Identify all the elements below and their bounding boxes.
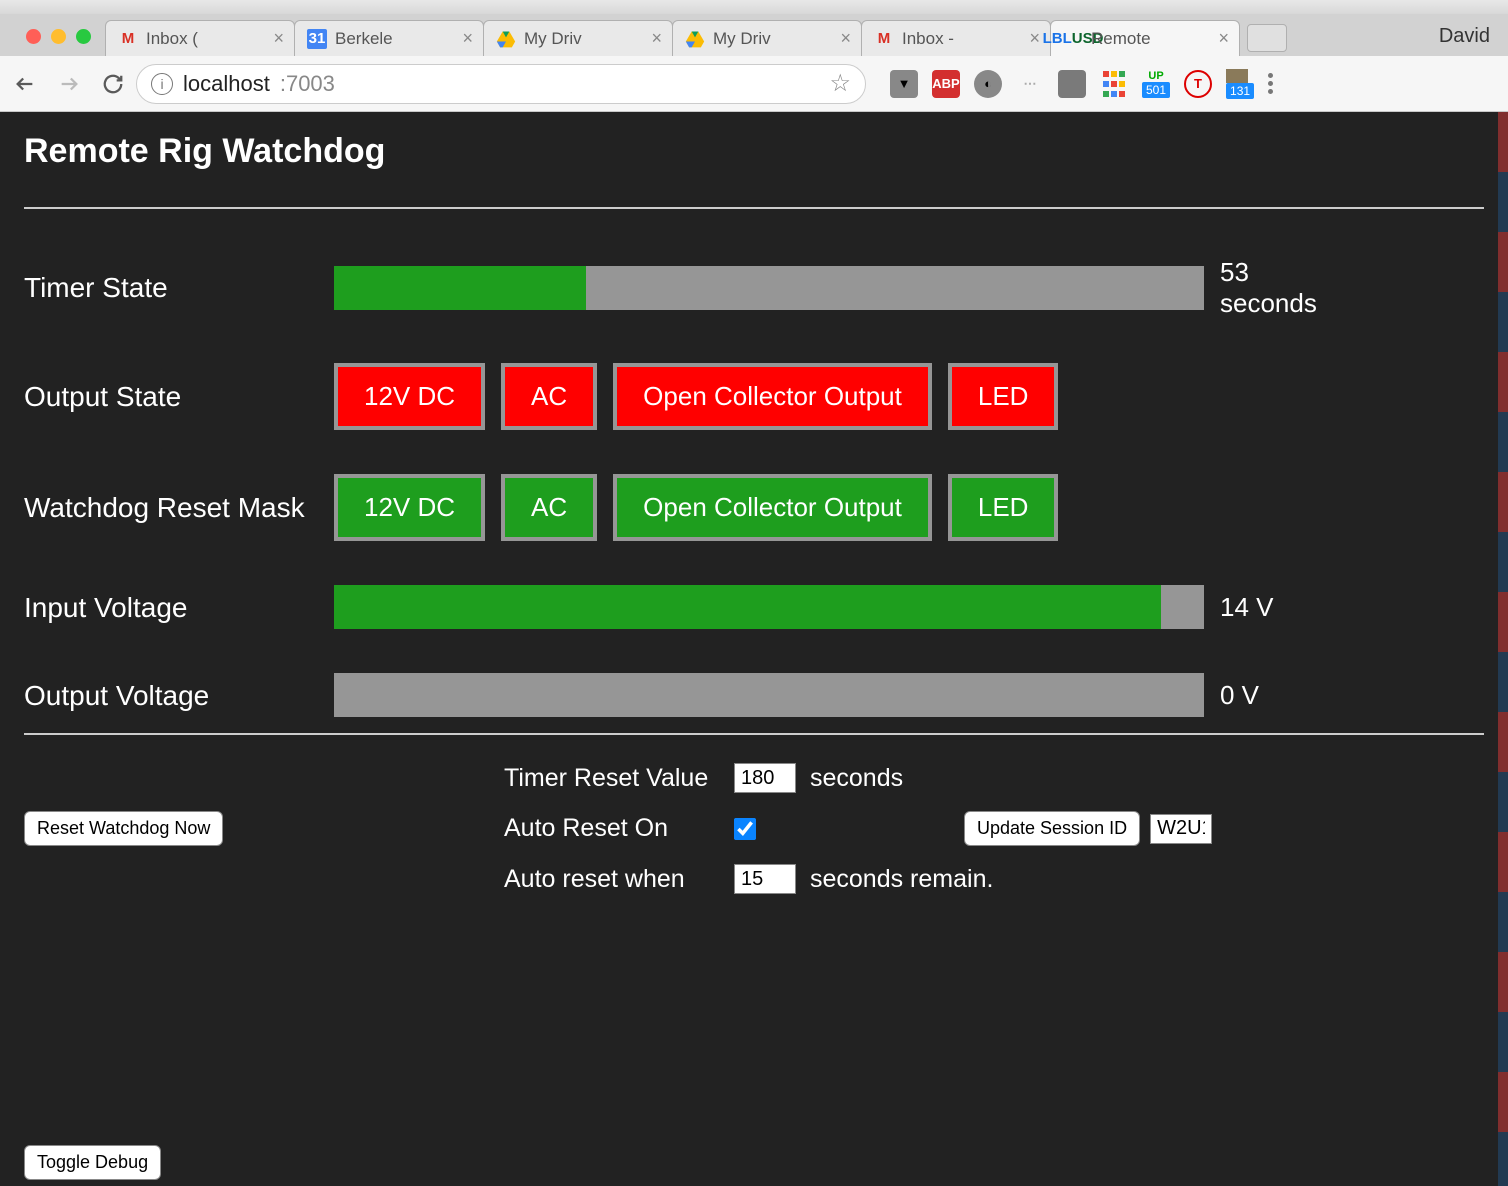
tab-inbox-1[interactable]: M Inbox ( × (105, 20, 295, 56)
mask-chip-led[interactable]: LED (948, 474, 1059, 541)
window-controls (26, 29, 91, 44)
chrome-menu-icon[interactable] (1268, 73, 1273, 94)
tab-label: Inbox ( (146, 29, 265, 49)
background-edge (1498, 112, 1508, 1186)
apps-grid-icon[interactable] (1100, 70, 1128, 98)
tab-drive-2[interactable]: My Driv × (672, 20, 862, 56)
tab-label: My Driv (713, 29, 832, 49)
mask-chip-open-collector[interactable]: Open Collector Output (613, 474, 932, 541)
close-tab-icon[interactable]: × (1218, 28, 1229, 49)
auto-reset-label: Auto Reset On (504, 814, 734, 843)
output-state-label: Output State (24, 380, 334, 414)
url-port: :7003 (280, 71, 335, 97)
input-voltage-fill (334, 585, 1161, 629)
auto-reset-when-unit: seconds remain. (810, 865, 993, 894)
site-info-icon[interactable]: i (151, 73, 173, 95)
reset-mask-label: Watchdog Reset Mask (24, 491, 334, 525)
page-title: Remote Rig Watchdog (24, 132, 1484, 171)
close-tab-icon[interactable]: × (462, 28, 473, 49)
timer-reset-unit: seconds (810, 764, 903, 793)
output-chip-12vdc[interactable]: 12V DC (334, 363, 485, 430)
ext-icon[interactable]: ▼ (890, 70, 918, 98)
auto-reset-when-label: Auto reset when (504, 865, 734, 894)
output-chip-led[interactable]: LED (948, 363, 1059, 430)
tab-remote-rig[interactable]: LBLUSD Remote × (1050, 20, 1240, 56)
output-state-row: Output State 12V DC AC Open Collector Ou… (24, 363, 1484, 430)
ext-icon[interactable]: ⋯ (1016, 70, 1044, 98)
url-host: localhost (183, 71, 270, 97)
gmail-icon: M (874, 29, 894, 49)
session-id-input[interactable] (1150, 814, 1212, 844)
ext-icon[interactable]: ◐ (974, 70, 1002, 98)
back-button[interactable] (12, 71, 38, 97)
divider (24, 733, 1484, 735)
output-chip-open-collector[interactable]: Open Collector Output (613, 363, 932, 430)
adblock-icon[interactable]: ABP (932, 70, 960, 98)
ext-badge-up[interactable]: UP 501 (1142, 70, 1170, 98)
drive-icon (685, 29, 705, 49)
toggle-debug-button[interactable]: Toggle Debug (24, 1145, 161, 1180)
tab-drive-1[interactable]: My Driv × (483, 20, 673, 56)
minimize-window-icon[interactable] (51, 29, 66, 44)
drive-icon (496, 29, 516, 49)
output-state-chips: 12V DC AC Open Collector Output LED (334, 363, 1058, 430)
forward-button[interactable] (56, 71, 82, 97)
timer-reset-input[interactable] (734, 763, 796, 793)
auto-reset-when-input[interactable] (734, 864, 796, 894)
tab-inbox-2[interactable]: M Inbox - × (861, 20, 1051, 56)
address-bar[interactable]: i localhost :7003 ☆ (136, 64, 866, 104)
close-tab-icon[interactable]: × (1029, 28, 1040, 49)
timer-value: 53seconds (1220, 257, 1317, 319)
chrome-tab-strip: M Inbox ( × 31 Berkele × My Driv × My Dr… (0, 14, 1508, 56)
reset-mask-row: Watchdog Reset Mask 12V DC AC Open Colle… (24, 474, 1484, 541)
reset-mask-chips: 12V DC AC Open Collector Output LED (334, 474, 1058, 541)
controls-grid: Timer Reset Value seconds Reset Watchdog… (24, 763, 1484, 894)
ext-icon[interactable]: T (1184, 70, 1212, 98)
input-voltage-label: Input Voltage (24, 591, 334, 625)
auto-reset-checkbox[interactable] (734, 818, 756, 840)
timer-state-label: Timer State (24, 271, 334, 305)
timer-state-row: Timer State 53seconds (24, 257, 1484, 319)
reload-button[interactable] (100, 71, 126, 97)
bookmark-star-icon[interactable]: ☆ (829, 69, 851, 98)
profile-name[interactable]: David (1439, 25, 1490, 56)
mac-titlebar (0, 0, 1508, 14)
ext-badge-dn[interactable]: 131 (1226, 69, 1254, 99)
close-tab-icon[interactable]: × (273, 28, 284, 49)
close-window-icon[interactable] (26, 29, 41, 44)
output-voltage-track (334, 673, 1204, 717)
reset-watchdog-button[interactable]: Reset Watchdog Now (24, 811, 223, 846)
new-tab-button[interactable] (1247, 24, 1287, 52)
output-voltage-value: 0 V (1220, 680, 1259, 711)
tab-label: Berkele (335, 29, 454, 49)
lbl-icon: LBLUSD (1063, 29, 1083, 49)
close-tab-icon[interactable]: × (840, 28, 851, 49)
tab-label: Inbox - (902, 29, 1021, 49)
input-voltage-row: Input Voltage 14 V (24, 585, 1484, 629)
output-voltage-label: Output Voltage (24, 679, 334, 713)
output-chip-ac[interactable]: AC (501, 363, 597, 430)
tab-label: My Driv (524, 29, 643, 49)
close-tab-icon[interactable]: × (651, 28, 662, 49)
update-session-button[interactable]: Update Session ID (964, 811, 1140, 846)
calendar-icon: 31 (307, 29, 327, 49)
divider (24, 207, 1484, 209)
input-voltage-value: 14 V (1220, 592, 1274, 623)
tab-label: Remote (1091, 29, 1210, 49)
timer-reset-label: Timer Reset Value (504, 764, 734, 793)
tab-calendar[interactable]: 31 Berkele × (294, 20, 484, 56)
page-content: Remote Rig Watchdog Timer State 53second… (0, 112, 1508, 1186)
mask-chip-12vdc[interactable]: 12V DC (334, 474, 485, 541)
ext-icon[interactable] (1058, 70, 1086, 98)
gmail-icon: M (118, 29, 138, 49)
chrome-toolbar: i localhost :7003 ☆ ▼ ABP ◐ ⋯ UP 501 T 13… (0, 56, 1508, 112)
timer-progress-fill (334, 266, 586, 310)
output-voltage-row: Output Voltage 0 V (24, 673, 1484, 717)
maximize-window-icon[interactable] (76, 29, 91, 44)
input-voltage-track (334, 585, 1204, 629)
extension-icons: ▼ ABP ◐ ⋯ UP 501 T 131 (890, 69, 1273, 99)
mask-chip-ac[interactable]: AC (501, 474, 597, 541)
timer-progress-track (334, 266, 1204, 310)
